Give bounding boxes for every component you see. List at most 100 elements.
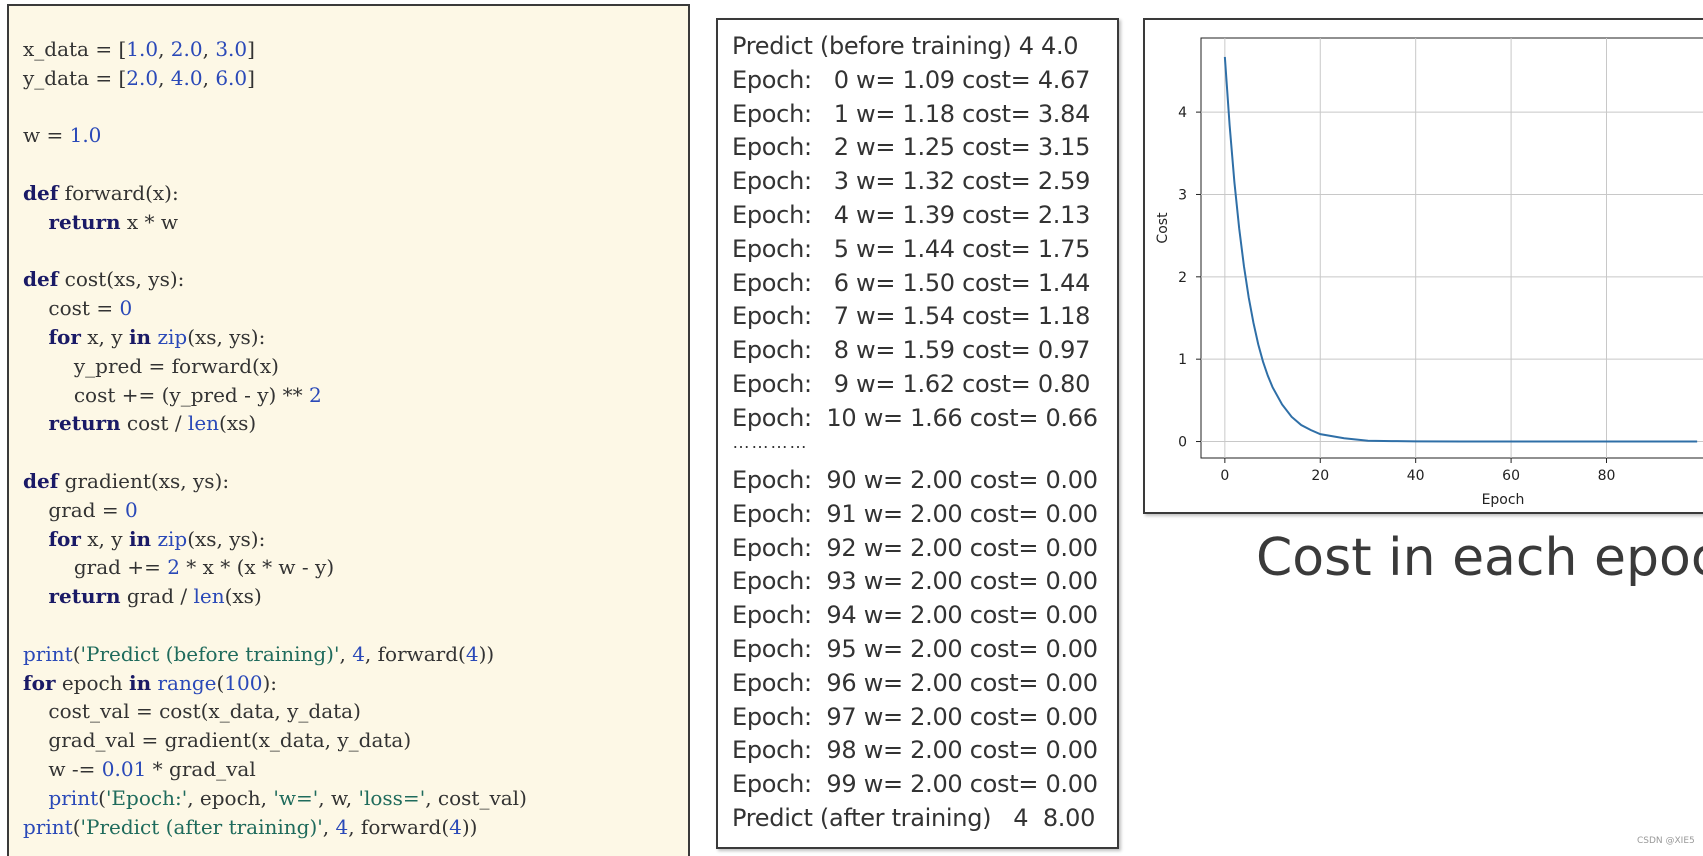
output-line: Epoch: 94 w= 2.00 cost= 0.00 [732,601,1098,630]
code-line: grad = 0 [23,497,137,523]
code-line: for epoch in range(100): [23,670,277,696]
output-line: Epoch: 4 w= 1.39 cost= 2.13 [732,201,1091,229]
output-line: Epoch: 98 w= 2.00 cost= 0.00 [732,736,1098,765]
output-line: Epoch: 0 w= 1.09 cost= 4.67 [732,65,1091,94]
code-token: cost / [120,411,188,436]
output-line: Epoch: 95 w= 2.00 cost= 0.00 [732,635,1098,663]
code-token: zip [157,325,188,349]
code-token: 6.0 [215,65,248,90]
code-token: (xs) [224,584,262,609]
code-line: return cost / len(xs) [23,410,256,436]
output-line: Epoch: 91 w= 2.00 cost= 0.00 [732,499,1098,528]
code-token: grad / [120,584,194,609]
code-token: 0.01 [101,757,147,781]
code-token: cost = [23,296,120,321]
code-token: w = [23,123,70,148]
code-token: 4 [449,814,462,839]
output-line: Epoch: 96 w= 2.00 cost= 0.00 [732,668,1098,697]
code-token: gradient(xs, ys): [58,469,230,493]
code-token: y_pred = forward(x) [23,353,279,378]
code-line: def gradient(xs, ys): [23,468,229,494]
output-panel: ………… Predict (before training) 4 4.0 Epoc… [716,18,1119,849]
output-line: Epoch: 5 w= 1.44 cost= 1.75 [732,234,1091,263]
y-tick-label: 1 [1178,352,1187,368]
output-line: Epoch: 3 w= 1.32 cost= 2.59 [732,167,1091,196]
code-token: (xs, ys): [187,526,266,551]
code-token: , w, [318,785,359,810]
code-token: epoch [55,670,129,695]
code-token: in [128,526,152,551]
code-token: x_data = [ [23,37,127,61]
code-token: len [193,584,225,609]
code-line: grad_val = gradient(x_data, y_data) [23,727,411,753]
code-line: cost = 0 [23,295,132,321]
code-token: (xs) [219,411,257,436]
code-token: ( [72,641,81,666]
code-token: cost(xs, ys): [58,267,185,292]
code-token: 100 [224,670,263,695]
x-tick-label: 20 [1311,468,1329,484]
code-token: ( [98,785,106,810]
code-token: , epoch, [187,785,274,810]
code-token: ( [72,814,81,839]
code-line: for x, y in zip(xs, ys): [23,324,265,350]
code-token: return [48,209,121,234]
code-token: for [23,670,56,695]
code-token: grad = [23,497,125,522]
code-token: cost_val = cost(x_data, y_data) [23,699,361,724]
x-tick-label: 80 [1598,468,1616,484]
code-token: in [128,670,152,695]
output-ellipsis: ………… [732,432,808,452]
code-token: , [158,65,171,90]
code-token: 4 [335,814,349,839]
code-panel: x_data = [1.0, 2.0, 3.0] y_data = [2.0, 4… [7,4,690,856]
code-token: forward(x): [58,181,179,205]
x-tick-label: 60 [1502,468,1520,484]
code-line: def forward(x): [23,180,179,206]
code-line: def cost(xs, ys): [23,266,184,292]
output-line: Epoch: 97 w= 2.00 cost= 0.00 [732,702,1098,731]
code-token: , [202,65,216,90]
cost-chart: 0 20 40 60 80 0 1 2 3 4 Epoch Cost [1143,18,1703,514]
code-token: for [48,526,81,551]
code-token: return [48,584,121,609]
code-line: w = 1.0 [23,122,101,148]
code-token: * grad_val [146,757,256,781]
output-line: Epoch: 9 w= 1.62 cost= 0.80 [732,370,1091,398]
output-line: Epoch: 99 w= 2.00 cost= 0.00 [732,770,1098,799]
code-token: zip [157,526,188,551]
x-tick-label: 0 [1220,468,1229,484]
output-line: Epoch: 10 w= 1.66 cost= 0.66 [732,403,1098,432]
code-token: ] [247,65,255,90]
code-line: for x, y in zip(xs, ys): [23,526,265,552]
code-token: for [48,325,81,349]
code-token: )) [478,641,495,666]
code-token: 2 [167,555,180,580]
code-token: print [23,641,73,666]
code-line: w -= 0.01 * grad_val [23,756,256,782]
code-token: * x * (x * w - y) [179,555,335,580]
y-tick-label: 3 [1178,187,1187,203]
code-token: (xs, ys): [187,325,266,349]
code-token: cost += (y_pred - y) ** [23,382,310,407]
code-token: in [128,325,152,349]
code-token: w -= [23,757,102,781]
code-token: 2.0 [170,37,203,61]
code-token: print [23,814,73,839]
code-token: 'Predict (before training)' [80,641,340,666]
code-token: range [157,670,217,695]
code-line: print('Predict (before training)', 4, fo… [23,641,494,667]
code-token: , [339,641,353,666]
y-tick-label: 2 [1178,270,1187,286]
code-token: )) [461,814,478,839]
code-line: y_pred = forward(x) [23,353,279,379]
output-line: Epoch: 93 w= 2.00 cost= 0.00 [732,567,1098,596]
code-token: , [202,37,216,61]
output-line: Epoch: 2 w= 1.25 cost= 3.15 [732,133,1091,162]
code-token: def [23,267,59,292]
